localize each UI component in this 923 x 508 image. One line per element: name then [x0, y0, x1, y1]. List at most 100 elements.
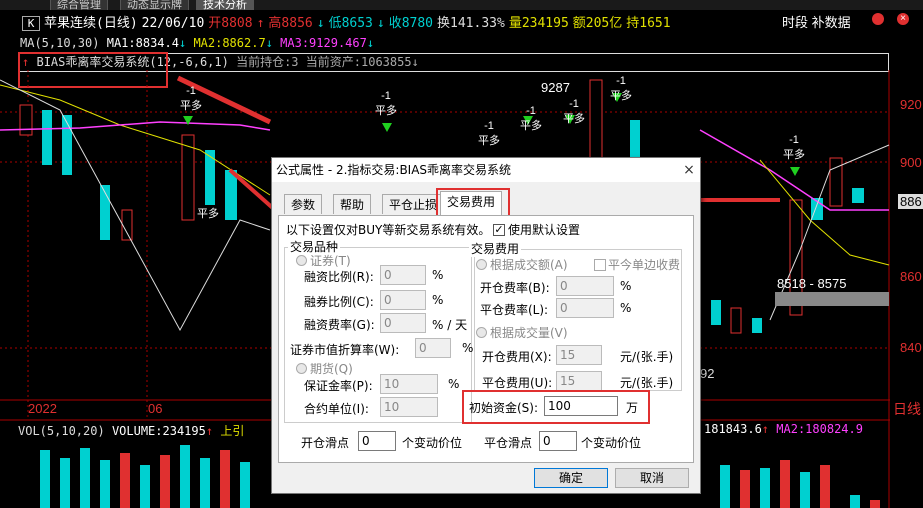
- ok-button[interactable]: 确定: [534, 468, 608, 488]
- open-fee-input[interactable]: 15: [556, 345, 602, 365]
- quote-date: 22/06/10: [141, 16, 205, 31]
- open-slip-input[interactable]: 0: [358, 431, 396, 451]
- peak-label: 9287: [541, 80, 570, 95]
- range-label: 8518 - 8575: [777, 276, 847, 291]
- fin-rate-input[interactable]: 0: [380, 313, 426, 333]
- close-fee-input[interactable]: 15: [556, 371, 602, 391]
- pct-unit: %: [448, 377, 460, 391]
- ma-legend: MA(5,10,30) MA1:8834.4↓ MA2:8862.7↓ MA3:…: [20, 36, 375, 50]
- candle: [42, 110, 52, 165]
- vol-label: VOL(5,10,20): [18, 424, 105, 438]
- group-fee-label: 交易费用: [469, 240, 522, 257]
- month-label: 06: [148, 401, 163, 416]
- high-price: 高8856: [268, 16, 313, 31]
- hold: 持1651: [626, 16, 671, 31]
- ma3-value: MA3:9129.467: [280, 36, 367, 50]
- dialog-title: 公式属性 - 2.指标交易:BIAS乖离率交易系统: [272, 158, 700, 182]
- use-default-label: 使用默认设置: [508, 223, 581, 237]
- per-hand-unit: 元/(张.手): [620, 350, 674, 364]
- pct-unit: %: [432, 268, 444, 282]
- vol-value: VOLUME:234195: [111, 424, 206, 438]
- open-fee-rate-input[interactable]: 0: [556, 276, 614, 296]
- tab-general[interactable]: 综合管理: [50, 0, 108, 10]
- close-circle-icon[interactable]: ×: [897, 13, 909, 25]
- year-label: 2022: [28, 401, 57, 416]
- open-fee-rate-label: 开仓费率(B):: [480, 281, 550, 295]
- k-icon[interactable]: K: [22, 16, 40, 31]
- close-today-checkbox[interactable]: [594, 259, 606, 271]
- ma2-value: MA2:8862.7: [193, 36, 266, 50]
- note-text: 以下设置仅对BUY等新交易系统有效。: [286, 223, 491, 237]
- price-tick: 860: [900, 269, 922, 284]
- slip-unit: 个变动价位: [402, 436, 463, 450]
- close-price: 收8780: [388, 16, 434, 31]
- wan-unit: 万: [626, 401, 639, 415]
- tab-stop-loss[interactable]: 平仓止损: [382, 194, 445, 214]
- vol-up-label: 上引: [220, 424, 245, 438]
- init-funds-input[interactable]: 100: [544, 396, 618, 416]
- by-amount-label: 根据成交额(A): [490, 258, 568, 272]
- formula-properties-dialog: 公式属性 - 2.指标交易:BIAS乖离率交易系统 × 参数 帮助 平仓止损 交…: [271, 157, 701, 494]
- close-fee-label: 平仓费用(U):: [482, 376, 553, 390]
- secu-ratio-input[interactable]: 0: [380, 290, 426, 310]
- slip-unit: 个变动价位: [581, 436, 642, 450]
- candle: [752, 318, 762, 333]
- tab-params[interactable]: 参数: [284, 194, 323, 214]
- close-fee-rate-input[interactable]: 0: [556, 298, 614, 318]
- top-tab-bar: 综合管理 动态显示牌 技术分析: [0, 0, 923, 10]
- val-convert-input[interactable]: 0: [415, 338, 451, 358]
- bias-position: 当前持仓:3: [236, 55, 299, 69]
- fin-rate-label: 融资费率(G):: [304, 318, 375, 332]
- signal-label: -1 平多: [563, 98, 585, 125]
- signal-label: -1 平多: [783, 134, 805, 161]
- close-slip-label: 平仓滑点: [484, 436, 533, 450]
- close-icon[interactable]: ×: [680, 161, 698, 179]
- low-price: 低8653: [328, 16, 373, 31]
- open-price: 开8808: [208, 16, 253, 31]
- menu-period[interactable]: 时段: [782, 15, 808, 30]
- signal-label: -1 平多: [180, 85, 202, 112]
- margin-ratio-input[interactable]: 0: [380, 265, 426, 285]
- signal-ping-label: 平多: [197, 208, 219, 220]
- deposit-rate-input[interactable]: 10: [380, 374, 438, 394]
- bias-assets: 当前资产:1063855: [305, 55, 412, 69]
- vol-ma2: MA2:180824.9: [776, 422, 863, 436]
- price-tick: 840: [900, 340, 922, 355]
- price-tick: 920: [900, 97, 922, 112]
- cancel-button[interactable]: 取消: [615, 468, 689, 488]
- tab-tech-analysis[interactable]: 技术分析: [196, 0, 254, 10]
- radio-by-volume[interactable]: [476, 327, 487, 338]
- volume-ma-legend: 181843.6↑ MA2:180824.9: [704, 422, 863, 436]
- contract-unit-label: 合约单位(I):: [304, 402, 369, 416]
- close-today-label: 平今单边收费: [608, 258, 681, 272]
- amount: 额205亿: [572, 16, 623, 31]
- by-volume-label: 根据成交量(V): [490, 326, 568, 340]
- menu-fill-data[interactable]: 补数据: [812, 15, 851, 30]
- day-period-tab[interactable]: 日线: [893, 399, 921, 419]
- candle: [711, 300, 721, 325]
- radio-futures[interactable]: [296, 363, 307, 374]
- candle: [62, 115, 72, 175]
- close-slip-input[interactable]: 0: [539, 431, 577, 451]
- tab-help[interactable]: 帮助: [333, 194, 372, 214]
- settings-dot-icon[interactable]: [872, 13, 884, 25]
- contract-unit-input[interactable]: 10: [380, 397, 438, 417]
- partial-label: 92: [700, 366, 715, 381]
- close-fee-rate-label: 平仓费率(L):: [480, 303, 549, 317]
- futures-option-label: 期货(Q): [310, 362, 353, 376]
- radio-by-amount[interactable]: [476, 259, 487, 270]
- range-band: [775, 292, 889, 306]
- signal-label: -1 平多: [610, 75, 632, 102]
- deposit-rate-label: 保证金率(P):: [304, 379, 373, 393]
- radio-security[interactable]: [296, 255, 307, 266]
- pct-day-unit: % / 天: [432, 318, 468, 332]
- use-default-checkbox[interactable]: ✓: [493, 224, 505, 236]
- volume: 量234195: [508, 16, 569, 31]
- pct-unit: %: [620, 301, 632, 315]
- secu-ratio-label: 融券比例(C):: [304, 295, 374, 309]
- ma-label: MA(5,10,30): [20, 36, 100, 50]
- signal-label: -1 平多: [478, 120, 500, 147]
- open-fee-label: 开仓费用(X):: [482, 350, 552, 364]
- tab-dynamic[interactable]: 动态显示牌: [120, 0, 189, 10]
- candle: [19, 104, 33, 136]
